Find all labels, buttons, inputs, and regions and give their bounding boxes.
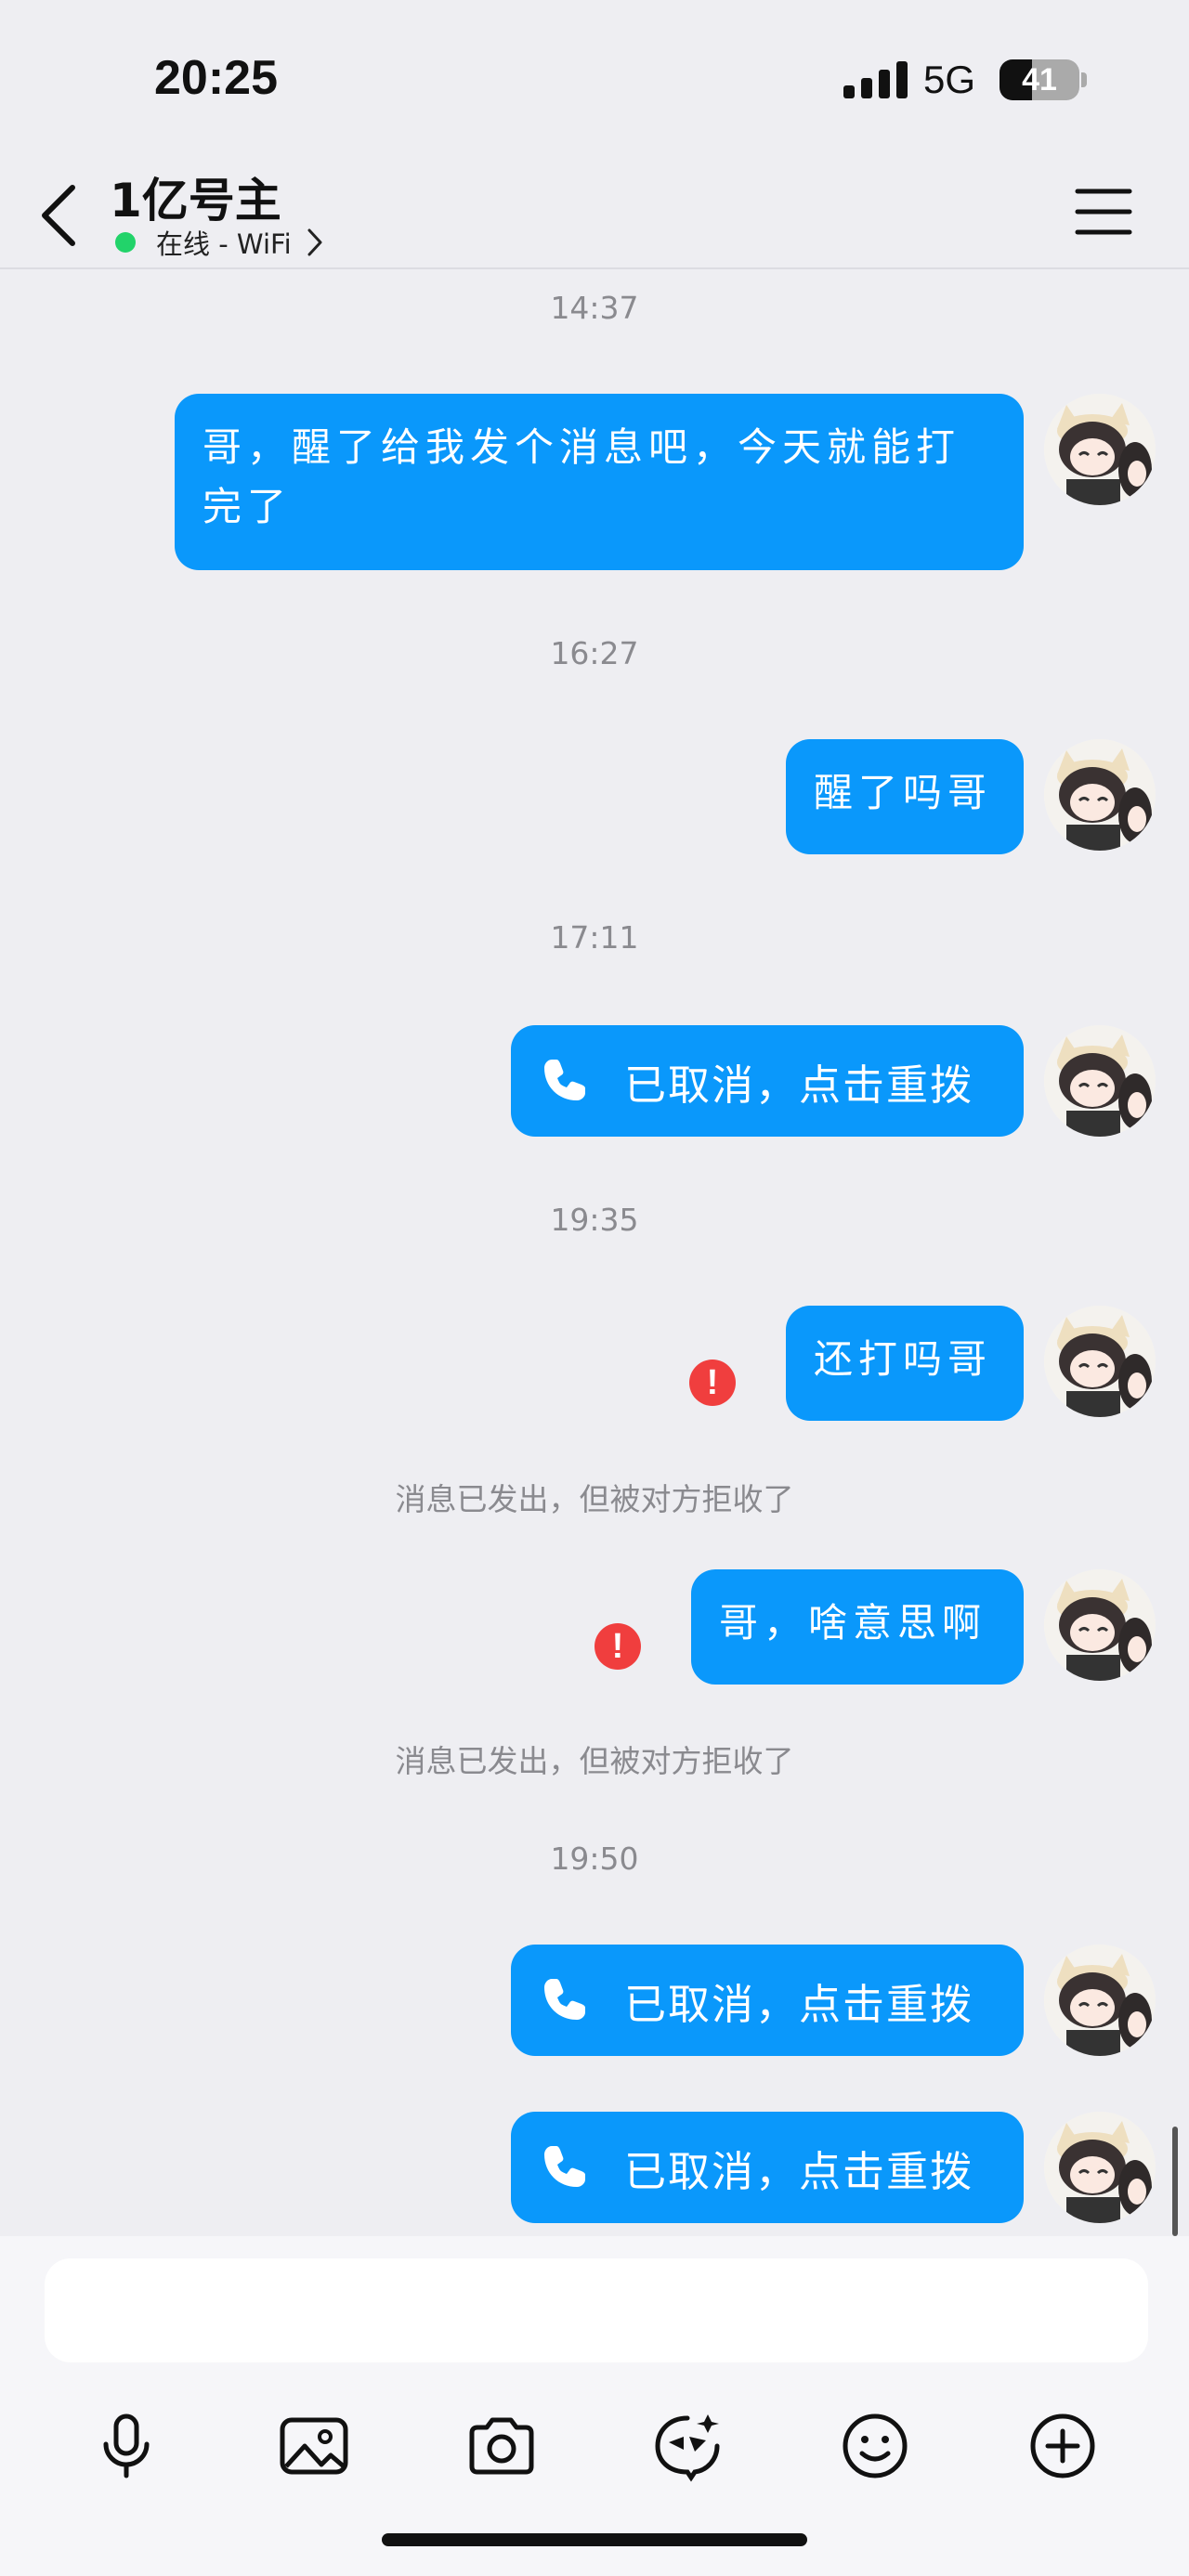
message-text: 醒了吗哥	[814, 770, 993, 815]
online-dot-icon	[115, 232, 136, 253]
phone-icon	[539, 2142, 589, 2192]
rejected-notice: 消息已发出，但被对方拒收了	[395, 1743, 794, 1779]
network-type: 5G	[923, 58, 976, 101]
message-bubble[interactable]: 哥，醒了给我发个消息吧，今天就能打完了	[175, 394, 1024, 570]
call-bubble[interactable]: 已取消，点击重拨	[511, 2112, 1024, 2223]
chevron-right-icon	[307, 228, 322, 256]
back-button[interactable]	[33, 178, 89, 253]
call-bubble[interactable]: 已取消，点击重拨	[511, 1945, 1024, 2056]
battery-cap	[1081, 72, 1087, 87]
call-status-text: 已取消，点击重拨	[624, 1979, 974, 2029]
scrollbar[interactable]	[1172, 2127, 1178, 2236]
presence-label: 在线 - WiFi	[156, 228, 292, 260]
phone-icon	[539, 1056, 589, 1106]
send-failed-icon[interactable]: !	[689, 1360, 736, 1406]
timestamp: 14:37	[550, 290, 639, 326]
message-text: 还打吗哥	[814, 1336, 993, 1382]
presence-status[interactable]: 在线 - WiFi	[115, 223, 325, 262]
battery-icon: 41	[1000, 59, 1079, 100]
avatar[interactable]	[1044, 739, 1156, 851]
emoji-icon[interactable]	[838, 2409, 912, 2483]
timestamp: 19:35	[550, 1202, 639, 1238]
timestamp: 19:50	[550, 1841, 639, 1877]
message-bubble[interactable]: 醒了吗哥	[786, 739, 1024, 854]
chat-header: 1亿号主 在线 - WiFi	[0, 158, 1189, 269]
avatar[interactable]	[1044, 394, 1156, 505]
phone-icon	[539, 1975, 589, 2025]
send-failed-icon[interactable]: !	[594, 1623, 641, 1670]
camera-icon[interactable]	[464, 2409, 539, 2483]
call-status-text: 已取消，点击重拨	[624, 2146, 974, 2196]
message-text: 哥，啥意思啊	[719, 1600, 987, 1646]
avatar[interactable]	[1044, 1569, 1156, 1681]
battery-level: 41	[1022, 62, 1057, 98]
rejected-notice: 消息已发出，但被对方拒收了	[395, 1481, 794, 1517]
call-bubble[interactable]: 已取消，点击重拨	[511, 1025, 1024, 1137]
avatar[interactable]	[1044, 1945, 1156, 2056]
avatar[interactable]	[1044, 1025, 1156, 1137]
plus-circle-icon[interactable]	[1026, 2409, 1100, 2483]
image-icon[interactable]	[277, 2409, 351, 2483]
message-bubble[interactable]: 哥，啥意思啊	[691, 1569, 1024, 1685]
status-bar: 20:25 5G 41	[0, 0, 1189, 158]
message-text: 哥，醒了给我发个消息吧，今天就能打完了	[203, 424, 961, 529]
avatar[interactable]	[1044, 1306, 1156, 1417]
composer-bar	[0, 2236, 1189, 2576]
menu-button[interactable]	[1074, 184, 1133, 240]
sticker-icon[interactable]	[650, 2409, 725, 2483]
avatar[interactable]	[1044, 2112, 1156, 2223]
message-bubble[interactable]: 还打吗哥	[786, 1306, 1024, 1421]
call-status-text: 已取消，点击重拨	[624, 1060, 974, 1110]
message-input[interactable]	[45, 2258, 1148, 2362]
microphone-icon[interactable]	[89, 2409, 163, 2483]
timestamp: 17:11	[550, 919, 639, 956]
chat-title[interactable]: 1亿号主	[110, 163, 281, 230]
status-time: 20:25	[154, 51, 278, 105]
signal-icon	[843, 61, 908, 98]
timestamp: 16:27	[550, 635, 639, 671]
input-toolbar	[0, 2409, 1189, 2511]
home-indicator[interactable]	[382, 2533, 807, 2546]
